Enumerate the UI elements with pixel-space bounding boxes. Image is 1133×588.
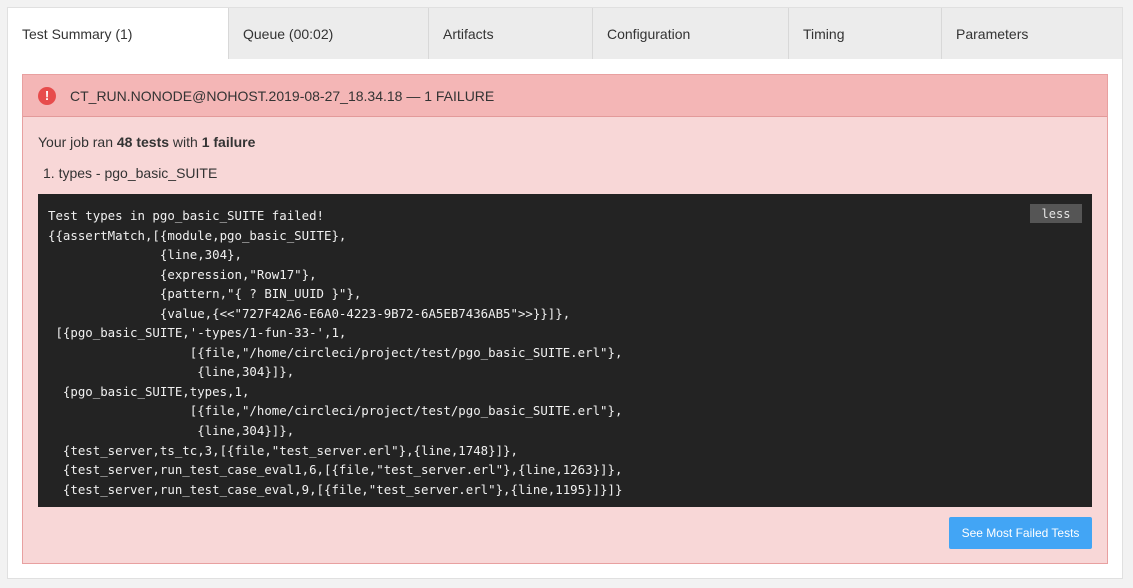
summary-prefix: Your job ran bbox=[38, 134, 117, 150]
tab-parameters[interactable]: Parameters bbox=[941, 8, 1122, 59]
tab-test-summary[interactable]: Test Summary (1) bbox=[8, 8, 228, 60]
less-button[interactable]: less bbox=[1030, 204, 1082, 223]
tab-timing[interactable]: Timing bbox=[788, 8, 941, 59]
tab-label: Test Summary (1) bbox=[22, 26, 133, 42]
summary-tests-count: 48 tests bbox=[116, 134, 170, 150]
failure-output-text: Test types in pgo_basic_SUITE failed! {{… bbox=[48, 208, 623, 497]
tab-configuration[interactable]: Configuration bbox=[592, 8, 788, 59]
failure-list: 1. types - pgo_basic_SUITE bbox=[43, 165, 217, 181]
tab-bar: Test Summary (1) Queue (00:02) Artifacts… bbox=[8, 8, 1122, 60]
tab-label: Timing bbox=[803, 25, 845, 42]
tab-label: Artifacts bbox=[443, 25, 494, 42]
tab-queue[interactable]: Queue (00:02) bbox=[228, 8, 428, 59]
test-results-frame: Test Summary (1) Queue (00:02) Artifacts… bbox=[7, 7, 1123, 579]
failure-number: 1. bbox=[43, 165, 55, 181]
tab-label: Queue (00:02) bbox=[243, 25, 334, 42]
job-summary: Your job ran 48 tests with 1 failure bbox=[38, 134, 255, 150]
tab-label: Parameters bbox=[956, 25, 1029, 42]
summary-failures-count: 1 failure bbox=[201, 134, 256, 150]
list-item[interactable]: 1. types - pgo_basic_SUITE bbox=[43, 165, 217, 181]
exclamation-circle-icon: ! bbox=[38, 86, 56, 105]
summary-middle: with bbox=[169, 134, 202, 150]
failure-panel-title: CT_RUN.NONODE@NOHOST.2019-08-27_18.34.18… bbox=[70, 87, 495, 104]
failure-output: Test types in pgo_basic_SUITE failed! {{… bbox=[38, 194, 1092, 507]
failure-panel: ! CT_RUN.NONODE@NOHOST.2019-08-27_18.34.… bbox=[22, 74, 1108, 564]
tab-artifacts[interactable]: Artifacts bbox=[428, 8, 592, 59]
tab-label: Configuration bbox=[607, 25, 691, 42]
see-most-failed-tests-button[interactable]: See Most Failed Tests bbox=[949, 517, 1092, 549]
failure-panel-header: ! CT_RUN.NONODE@NOHOST.2019-08-27_18.34.… bbox=[23, 75, 1107, 117]
failure-name: types - pgo_basic_SUITE bbox=[58, 165, 218, 181]
